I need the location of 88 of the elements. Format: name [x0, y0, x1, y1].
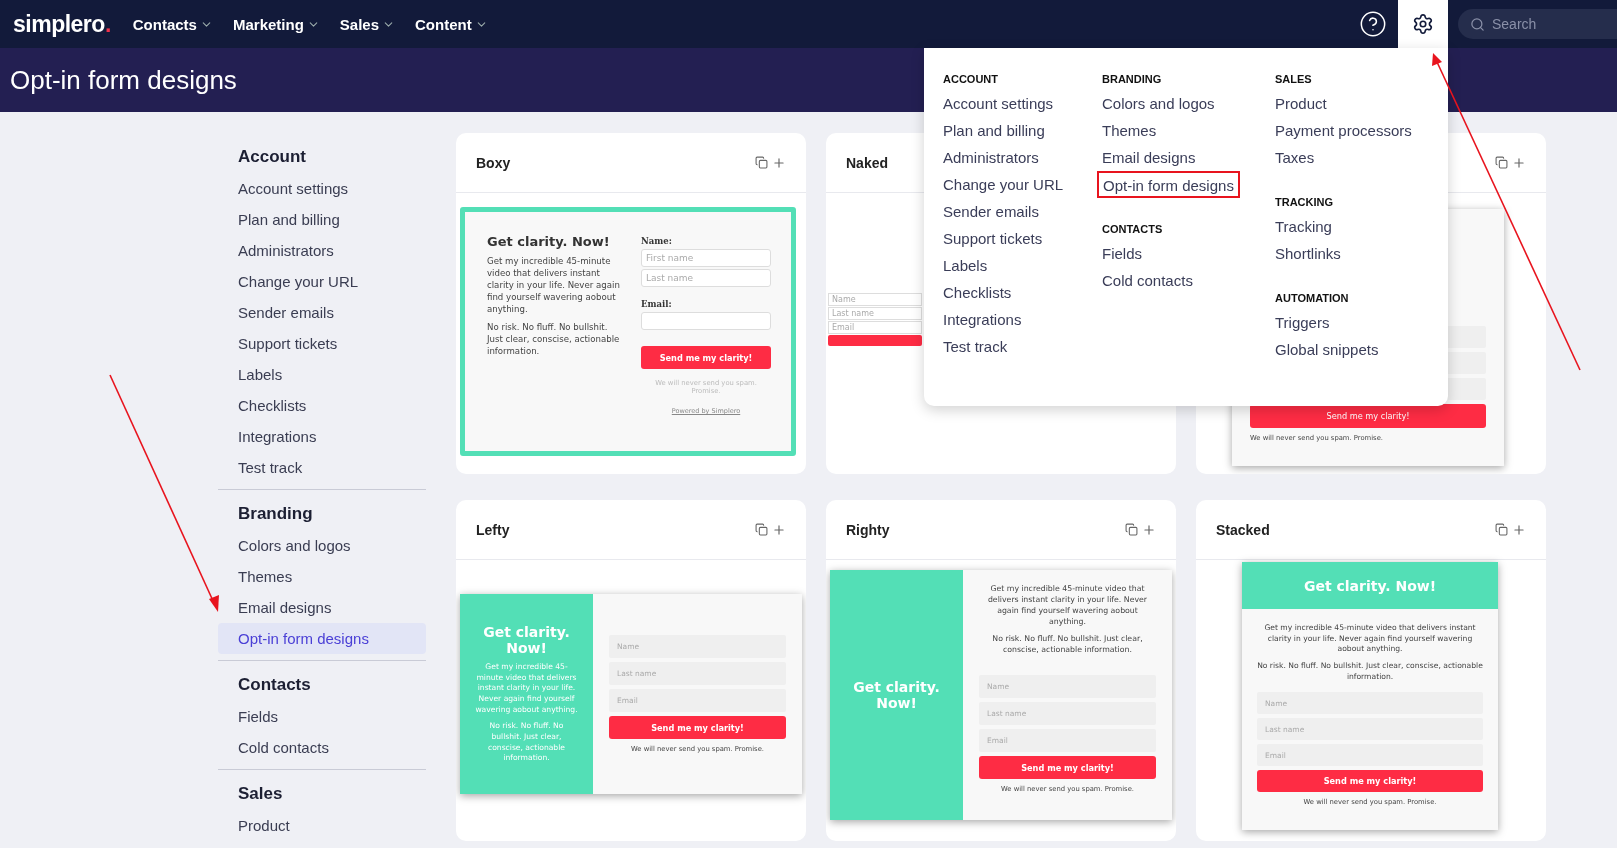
input-field[interactable]: Last name: [641, 269, 771, 287]
menu-item[interactable]: Cold contacts: [1102, 267, 1193, 294]
input-field[interactable]: [641, 312, 771, 330]
card-title: Righty: [846, 521, 890, 538]
nav-menu[interactable]: Sales: [339, 15, 395, 33]
sidebar-item[interactable]: Plan and billing: [218, 204, 426, 235]
input-field[interactable]: First name: [641, 249, 771, 267]
menu-heading: CONTACTS: [1102, 222, 1164, 237]
menu-item[interactable]: Global snippets: [1275, 336, 1379, 363]
menu-item[interactable]: Support tickets: [943, 225, 1043, 252]
sidebar-heading: Contacts: [237, 674, 312, 696]
menu-item[interactable]: Integrations: [943, 306, 1022, 333]
copy-icon[interactable]: [1125, 522, 1138, 537]
body-text: No risk. No fluff. No bullshit. Just clear, conscise, actionable information.: [487, 321, 621, 358]
menu-item[interactable]: Triggers: [1275, 309, 1330, 336]
menu-item[interactable]: Shortlinks: [1275, 240, 1341, 267]
sidebar-item[interactable]: Account settings: [218, 173, 426, 204]
menu-item[interactable]: Plan and billing: [943, 117, 1045, 144]
menu-item[interactable]: Product: [1275, 90, 1327, 117]
form-heading: Get clarity. Now!: [852, 679, 941, 711]
menu-heading: TRACKING: [1275, 195, 1335, 210]
submit-button[interactable]: Send me my clarity!: [1257, 770, 1483, 793]
card-title: Naked: [846, 154, 889, 171]
sidebar-item[interactable]: Change your URL: [218, 266, 426, 297]
menu-item[interactable]: Checklists: [943, 279, 1012, 306]
page-title: Opt-in form designs: [10, 64, 237, 96]
menu-item[interactable]: Tracking: [1275, 213, 1332, 240]
sidebar-item[interactable]: Support tickets: [218, 328, 426, 359]
card-title: Stacked: [1216, 521, 1270, 538]
sidebar-item[interactable]: Cold contacts: [218, 732, 426, 763]
menu-item[interactable]: Opt-in form designs: [1097, 171, 1240, 198]
input-field[interactable]: Email: [828, 321, 922, 334]
field-label: Name:: [641, 236, 673, 246]
copy-icon[interactable]: [1495, 155, 1508, 170]
nav-menu[interactable]: Contacts: [132, 15, 213, 33]
sidebar-heading: Sales: [237, 783, 284, 805]
sidebar-item[interactable]: Fields: [218, 701, 426, 732]
nav-menu[interactable]: Marketing: [232, 15, 320, 33]
sidebar-item[interactable]: Checklists: [218, 390, 426, 421]
search-field[interactable]: Search: [1458, 9, 1617, 39]
menu-item[interactable]: Email designs: [1102, 144, 1196, 171]
menu-item[interactable]: Themes: [1102, 117, 1157, 144]
input-field[interactable]: Name: [828, 293, 922, 306]
sidebar-item[interactable]: Email designs: [218, 592, 426, 623]
menu-item[interactable]: Change your URL: [943, 171, 1064, 198]
menu-item[interactable]: Taxes: [1275, 144, 1315, 171]
sidebar-item[interactable]: Administrators: [218, 235, 426, 266]
sidebar-item[interactable]: Labels: [218, 359, 426, 390]
sidebar-heading: Branding: [237, 503, 314, 525]
menu-item[interactable]: Sender emails: [943, 198, 1039, 225]
submit-button[interactable]: Send me my clarity!: [609, 716, 786, 739]
logo[interactable]: simplero.: [13, 10, 111, 38]
menu-heading: BRANDING: [1102, 72, 1163, 87]
sidebar-item[interactable]: Test track: [218, 452, 426, 483]
sidebar-item[interactable]: Sender emails: [218, 297, 426, 328]
sidebar-item[interactable]: Colors and logos: [218, 530, 426, 561]
sidebar-item[interactable]: Opt-in form designs: [218, 623, 426, 654]
menu-item[interactable]: Fields: [1102, 240, 1142, 267]
sidebar-item[interactable]: Integrations: [218, 421, 426, 452]
copy-icon[interactable]: [755, 522, 768, 537]
form-heading: Get clarity. Now!: [1303, 577, 1437, 594]
settings-icon[interactable]: [1398, 0, 1448, 48]
sidebar-heading: Account: [237, 146, 307, 168]
card-title: Boxy: [476, 154, 511, 171]
form-heading: Get clarity. Now!: [482, 624, 571, 657]
menu-heading: ACCOUNT: [943, 72, 999, 87]
body-text: Get my incredible 45-minute video that delivers instant clarity in your life. Never again find yourself wavering aobout anything.: [487, 255, 621, 316]
menu-item[interactable]: Account settings: [943, 90, 1054, 117]
submit-button[interactable]: Send me my clarity!: [641, 346, 771, 369]
form-heading: Get clarity. Now!: [487, 234, 611, 249]
input-field[interactable]: Last name: [828, 307, 922, 320]
menu-item[interactable]: Labels: [943, 252, 988, 279]
menu-item[interactable]: Payment processors: [1275, 117, 1412, 144]
field-label: Email:: [641, 299, 673, 309]
submit-button[interactable]: Send me my clarity!: [979, 756, 1156, 780]
menu-item[interactable]: Administrators: [943, 144, 1039, 171]
menu-item[interactable]: Test track: [943, 333, 1008, 360]
copy-icon[interactable]: [1495, 522, 1508, 537]
submit-button[interactable]: Send me my clarity!: [1250, 404, 1486, 428]
menu-item[interactable]: Colors and logos: [1102, 90, 1215, 117]
menu-heading: SALES: [1275, 72, 1313, 87]
menu-heading: AUTOMATION: [1275, 291, 1350, 306]
search-icon: [1470, 17, 1485, 32]
sidebar-item[interactable]: Themes: [218, 561, 426, 592]
copy-icon[interactable]: [755, 155, 768, 170]
nav-menu[interactable]: Content: [415, 15, 488, 33]
sidebar-item[interactable]: Product: [218, 810, 426, 841]
card-title: Lefty: [476, 521, 510, 538]
